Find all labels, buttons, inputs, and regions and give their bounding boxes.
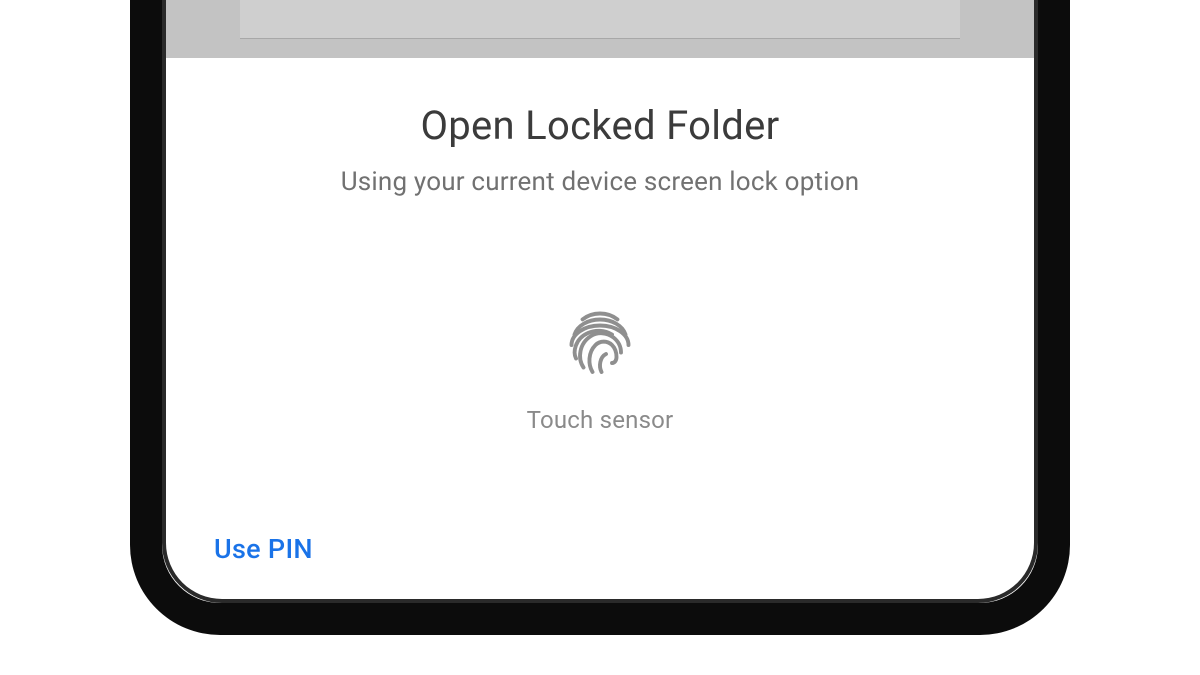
phone-bezel (130, 0, 1070, 635)
phone-frame: Open Locked Folder Using your current de… (130, 0, 1070, 635)
